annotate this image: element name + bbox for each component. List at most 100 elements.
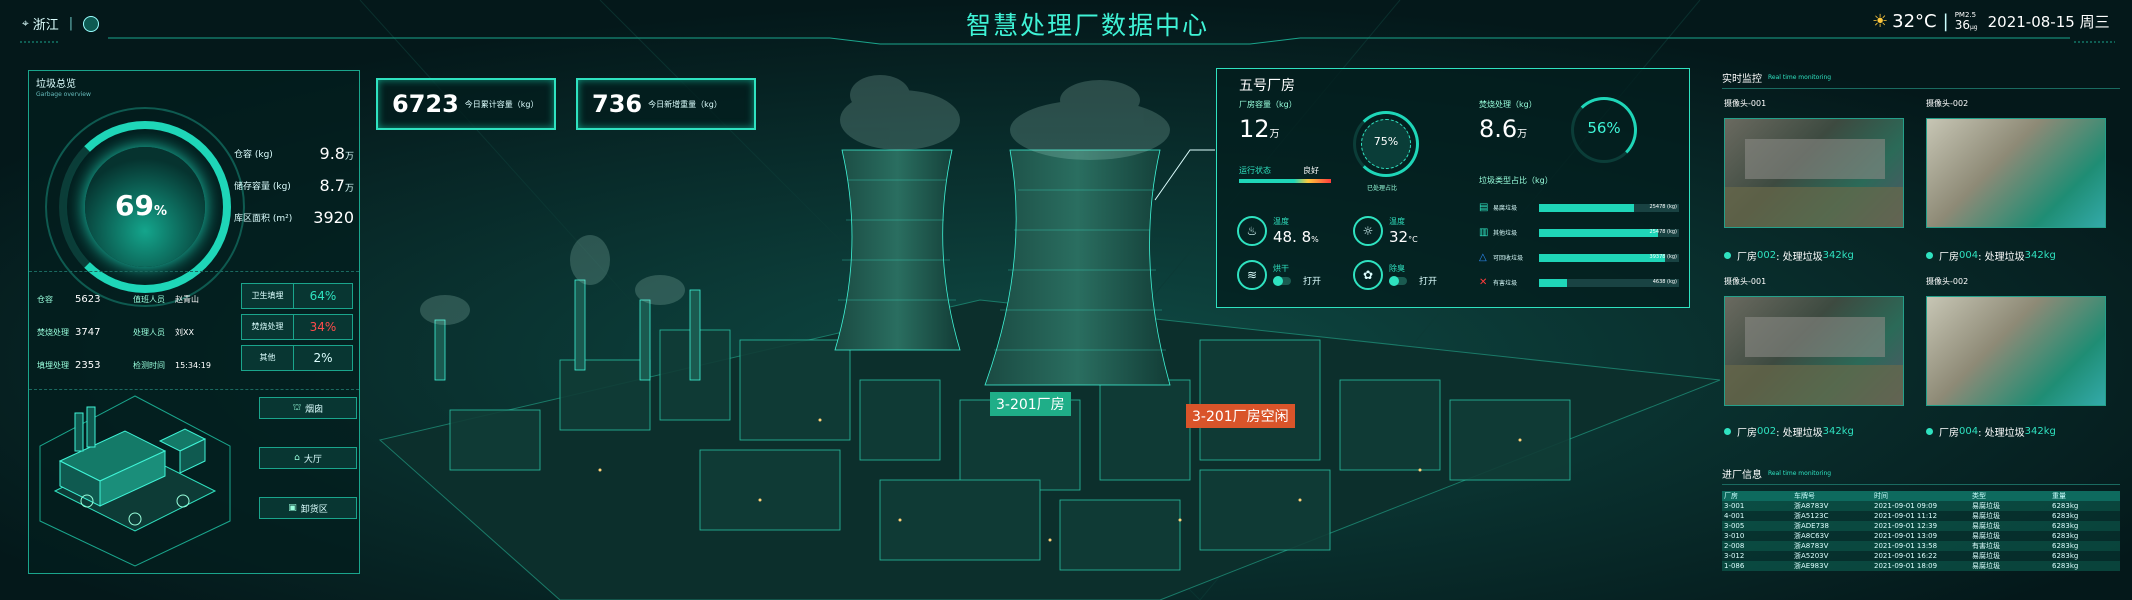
types-label: 垃圾类型占比（kg） — [1479, 176, 1553, 185]
table-cell: 3-012 — [1722, 551, 1792, 561]
table-cell: 6283kg — [2050, 541, 2120, 551]
toggle-on-icon[interactable] — [1273, 275, 1291, 286]
entry-section: 进厂信息 Real time monitoring 厂房 车牌号 时间 类型 重… — [1722, 466, 2120, 588]
sensor-item[interactable]: ✿ 除臭 打开 — [1353, 260, 1469, 290]
table-cell: 浙ADE738 — [1792, 521, 1872, 531]
table-row[interactable]: 3-012 浙A5203V 2021-09-01 16:22 易腐垃圾 6283kg — [1722, 551, 2120, 561]
camera-feed-2[interactable] — [1926, 118, 2106, 228]
camera-feed-1[interactable] — [1724, 118, 1904, 228]
pill-item[interactable]: 卫生填埋 64% — [241, 283, 353, 309]
capacity-gauge: 69% — [45, 107, 245, 307]
entry-title: 进厂信息 — [1722, 469, 1762, 481]
date-display: 2021-08-15 周三 — [1987, 13, 2110, 31]
overview-stats: 仓容 (kg) 9.8万 储存容量 (kg) 8.7万 库区面积 (m²) 39… — [234, 137, 354, 233]
stat-row: 仓容 (kg) 9.8万 — [234, 137, 354, 169]
table-cell: 浙A5123C — [1792, 511, 1872, 521]
pm-value: 36 — [1954, 18, 1970, 32]
status-dot-icon — [1724, 252, 1731, 259]
table-cell: 2021-09-01 13:09 — [1872, 531, 1970, 541]
building-label-hall[interactable]: ⌂ 大厅 — [259, 447, 357, 469]
info-row: 仓容 5623 值班人员 赵青山 — [37, 294, 199, 305]
type-bar-fill — [1539, 228, 1658, 237]
table-cell: 浙A8C63V — [1792, 531, 1872, 541]
table-cell: 2021-09-01 09:09 — [1872, 501, 1970, 511]
monitoring-title: 实时监控 — [1722, 73, 1762, 85]
building-label-unloading[interactable]: ▣ 卸货区 — [259, 497, 357, 519]
globe-icon[interactable] — [83, 15, 100, 32]
thermometer-icon: ♨ — [1237, 216, 1267, 246]
temperature-icon: ☼ — [1353, 216, 1383, 246]
camera-name: 摄像头-002 — [1926, 277, 1969, 286]
garbage-overview-panel: 垃圾总览 Garbage overview 69% 仓容 (kg) 9.8万 储… — [28, 70, 360, 574]
status-label: 运行状态 — [1239, 166, 1271, 175]
camera-name: 摄像头-001 — [1724, 277, 1767, 286]
stat-label: 仓容 (kg) — [234, 149, 273, 160]
table-cell: 浙A8783V — [1792, 541, 1872, 551]
camera-feed-3[interactable] — [1724, 296, 1904, 406]
type-bar-fill — [1539, 278, 1567, 287]
status-dot-icon — [1926, 428, 1933, 435]
table-cell: 3-001 — [1722, 501, 1792, 511]
table-row[interactable]: 4-001 浙A5123C 2021-09-01 11:12 易腐垃圾 6283kg — [1722, 511, 2120, 521]
table-cell: 3-005 — [1722, 521, 1792, 531]
type-name: 有害垃圾 — [1493, 280, 1518, 287]
camera-caption: 厂房 002: 处理垃圾 342kg — [1724, 424, 1854, 439]
table-cell: 2021-09-01 11:12 — [1872, 511, 1970, 521]
table-cell: 易腐垃圾 — [1970, 521, 2050, 531]
table-cell: 2021-09-01 13:58 — [1872, 541, 1970, 551]
table-row[interactable]: 2-008 浙A8783V 2021-09-01 13:58 有害垃圾 6283kg — [1722, 541, 2120, 551]
house-icon: ⌂ — [294, 453, 300, 463]
table-cell: 易腐垃圾 — [1970, 511, 2050, 521]
table-row[interactable]: 1-086 浙AE983V 2021-09-01 18:09 易腐垃圾 6283kg — [1722, 561, 2120, 571]
info-row: 填埋处理 2353 检测时间 15:34:19 — [37, 360, 211, 371]
table-cell: 2021-09-01 12:39 — [1872, 521, 1970, 531]
type-icon: ▥ — [1479, 227, 1489, 238]
panel-subtitle: Garbage overview — [36, 91, 91, 98]
table-header-row: 厂房 车牌号 时间 类型 重量 — [1722, 491, 2120, 501]
incinerate-unit: 万 — [1517, 129, 1528, 140]
table-row[interactable]: 3-010 浙A8C63V 2021-09-01 13:09 易腐垃圾 6283kg — [1722, 531, 2120, 541]
type-row: ✕ 有害垃圾 4638 (kg) — [1479, 277, 1679, 288]
sensor-item[interactable]: ≋ 烘干 打开 — [1237, 260, 1353, 290]
table-cell: 6283kg — [2050, 531, 2120, 541]
deodorize-icon: ✿ — [1353, 260, 1383, 290]
table-row[interactable]: 3-005 浙ADE738 2021-09-01 12:39 易腐垃圾 6283kg — [1722, 521, 2120, 531]
map-tag-building-idle[interactable]: 3-201厂房空闲 — [1186, 404, 1295, 428]
kpi-total-capacity: 6723 今日累计容量（kg） — [376, 78, 556, 130]
table-cell: 易腐垃圾 — [1970, 531, 2050, 541]
pm-unit: μg — [1969, 24, 1978, 31]
building-label-chimney[interactable]: ⛫ 烟囱 — [259, 397, 357, 419]
location-label[interactable]: 浙江 — [33, 14, 59, 33]
processed-gauge: 75% — [1353, 111, 1419, 177]
table-row[interactable]: 3-001 浙A8783V 2021-09-01 09:09 易腐垃圾 6283kg — [1722, 501, 2120, 511]
table-cell: 6283kg — [2050, 521, 2120, 531]
pill-item[interactable]: 焚烧处理 34% — [241, 314, 353, 340]
table-cell: 3-010 — [1722, 531, 1792, 541]
sensor-grid: ♨ 温度 48. 8% ☼ 温度 32°C ≋ 烘干 打开 ✿ 除臭 打开 — [1237, 209, 1469, 297]
location-pin-icon: ⌖ — [22, 16, 29, 30]
incinerate-label: 焚烧处理（kg） — [1479, 100, 1537, 109]
status-dot-icon — [1926, 252, 1933, 259]
gauge-percent: 69 — [115, 189, 154, 222]
processed-label: 已处理占比 — [1367, 185, 1398, 192]
toggle-on-icon[interactable] — [1389, 275, 1407, 286]
factory-title: 五号厂房 — [1239, 78, 1295, 94]
kpi-new-weight: 736 今日新增重量（kg） — [576, 78, 756, 130]
processing-pills: 卫生填埋 64% 焚烧处理 34% 其他 2% — [241, 283, 353, 371]
panel-title: 垃圾总览 — [36, 79, 76, 90]
table-cell: 易腐垃圾 — [1970, 561, 2050, 571]
table-cell: 有害垃圾 — [1970, 541, 2050, 551]
pill-item[interactable]: 其他 2% — [241, 345, 353, 371]
map-tag-building[interactable]: 3-201厂房 — [990, 392, 1071, 416]
stat-value: 9.8 — [319, 143, 345, 163]
status-dot-icon — [1724, 428, 1731, 435]
camera-feed-4[interactable] — [1926, 296, 2106, 406]
factory-panel: 五号厂房 厂房容量（kg） 12万 运行状态 良好 75% 已处理占比 ♨ 温度… — [1216, 68, 1690, 308]
stat-value: 3920 — [313, 207, 354, 227]
table-cell: 6283kg — [2050, 511, 2120, 521]
factory-building-illustration — [35, 381, 235, 571]
capacity-label: 厂房容量（kg） — [1239, 100, 1297, 109]
capacity-value: 12 — [1239, 115, 1270, 143]
stat-value: 8.7 — [319, 175, 345, 195]
type-icon: ▤ — [1479, 202, 1489, 213]
